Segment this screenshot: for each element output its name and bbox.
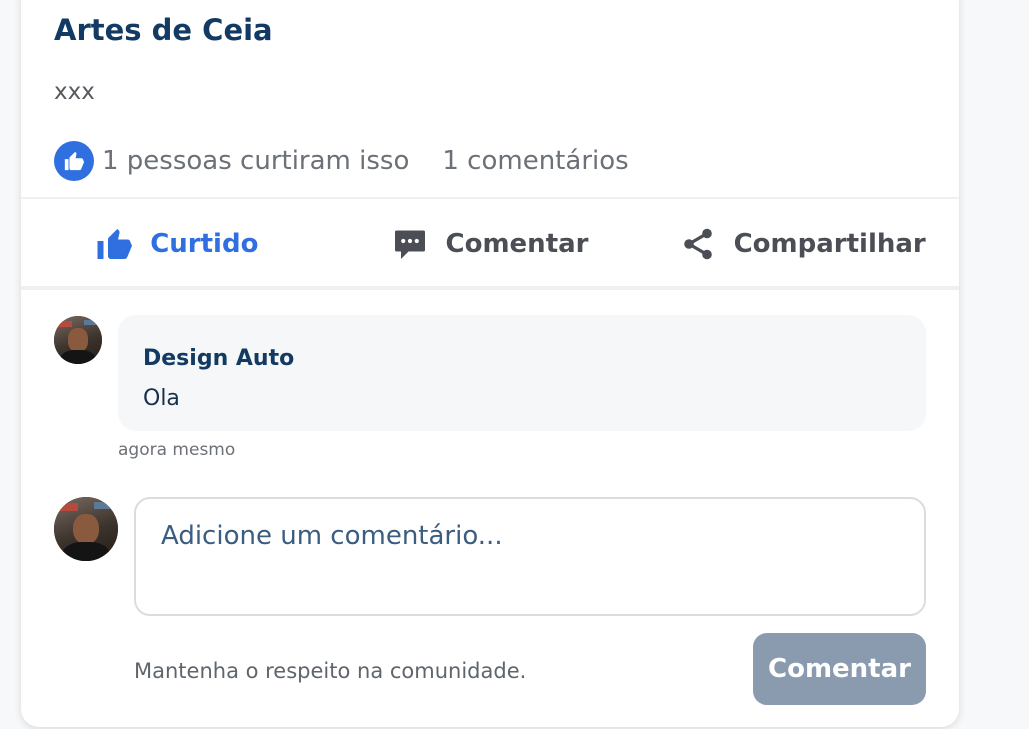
comment-icon [394, 230, 425, 259]
divider [21, 197, 959, 199]
thumbs-up-icon [97, 229, 133, 259]
post-body: xxx [54, 79, 95, 105]
comment-text: Ola [143, 386, 180, 411]
likes-count[interactable]: 1 pessoas curtiram isso [102, 146, 409, 176]
comment-label: Comentar [445, 229, 589, 259]
post-title: Artes de Ceia [54, 13, 273, 47]
share-icon [683, 228, 712, 260]
like-label: Curtido [150, 229, 259, 259]
share-label: Compartilhar [733, 229, 926, 259]
current-user-avatar [54, 497, 118, 561]
comment-input[interactable] [134, 497, 926, 616]
thumbs-up-badge-icon [54, 141, 94, 181]
community-note: Mantenha o respeito na comunidade. [134, 659, 527, 683]
like-button[interactable]: Curtido [21, 202, 334, 286]
comments-count[interactable]: 1 comentários [442, 146, 628, 176]
post-actions: Curtido Comentar Compartilhar [21, 202, 959, 286]
avatar[interactable] [54, 316, 102, 364]
submit-comment-button[interactable]: Comentar [753, 633, 926, 705]
comment-button[interactable]: Comentar [334, 202, 647, 286]
comment-timestamp: agora mesmo [118, 440, 236, 460]
share-button[interactable]: Compartilhar [646, 202, 959, 286]
post-card: Artes de Ceia xxx 1 pessoas curtiram iss… [21, 0, 959, 727]
divider [21, 286, 959, 290]
post-stats: 1 pessoas curtiram isso 1 comentários [54, 139, 629, 183]
comment-bubble: Design Auto Ola [118, 315, 926, 431]
comment-author[interactable]: Design Auto [143, 346, 294, 371]
